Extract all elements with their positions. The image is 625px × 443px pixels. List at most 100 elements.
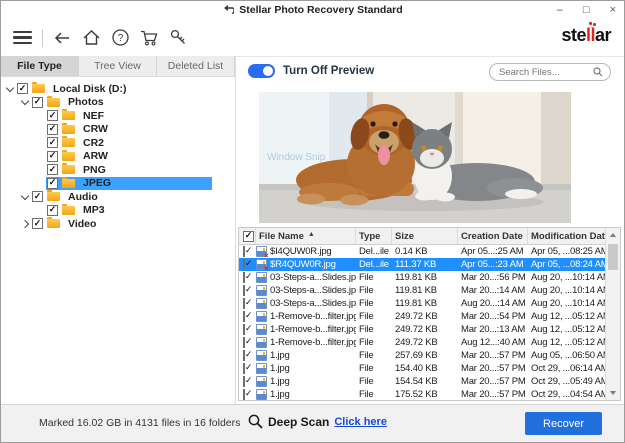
row-checkbox[interactable] (243, 259, 245, 270)
tree-item[interactable]: NEF (1, 109, 235, 123)
cart-icon[interactable] (138, 27, 160, 49)
tree-item[interactable]: MP3 (1, 204, 235, 218)
tree-chevron-icon[interactable] (34, 177, 46, 189)
tree-checkbox[interactable] (47, 151, 58, 162)
table-scrollbar[interactable] (605, 228, 620, 400)
col-size[interactable]: Size (392, 228, 458, 244)
scroll-up-icon[interactable] (606, 228, 620, 242)
scroll-down-icon[interactable] (606, 386, 620, 400)
tree-item[interactable]: Photos (1, 96, 235, 110)
tree-item-label: CRW (80, 123, 111, 135)
file-name-cell: 1-Remove-b...filter.jpg (270, 324, 356, 335)
tree-item[interactable]: PNG (1, 163, 235, 177)
tree-checkbox[interactable] (32, 191, 43, 202)
tree-item[interactable]: CRW (1, 123, 235, 137)
select-all-checkbox[interactable] (243, 231, 254, 242)
tab-file-type[interactable]: File Type (1, 56, 79, 76)
file-name-cell: $R4QUW0R.jpg (270, 259, 336, 270)
tree-chevron-icon[interactable] (34, 123, 46, 135)
preview-toggle[interactable] (248, 64, 275, 78)
search-icon[interactable] (593, 67, 603, 77)
row-checkbox[interactable] (243, 324, 245, 335)
table-row[interactable]: 1.jpg File 257.69 KB Mar 20...:57 PM Aug… (239, 349, 605, 362)
window-title: Stellar Photo Recovery Standard (239, 4, 402, 16)
tree-chevron-icon[interactable] (34, 204, 46, 216)
search-input[interactable] (497, 66, 589, 79)
image-file-icon (256, 259, 267, 270)
scroll-thumb[interactable] (608, 244, 618, 270)
recover-button[interactable]: Recover (525, 412, 602, 435)
back-icon[interactable] (51, 27, 73, 49)
tree-item[interactable]: ARW (1, 150, 235, 164)
col-creation-date[interactable]: Creation Date (458, 228, 528, 244)
creation-date-cell: Apr 05...:23 AM (458, 259, 528, 270)
tree-chevron-icon[interactable] (19, 191, 31, 203)
tree-checkbox[interactable] (47, 178, 58, 189)
tree-checkbox[interactable] (47, 124, 58, 135)
tree-checkbox[interactable] (47, 110, 58, 121)
table-row[interactable]: $R4QUW0R.jpg Del...ile 111.37 KB Apr 05.… (239, 258, 605, 271)
file-name-cell: 1.jpg (270, 350, 290, 361)
tree-item-label: PNG (80, 164, 109, 176)
row-checkbox[interactable] (243, 272, 245, 283)
file-name-cell: 03-Steps-a...Slides.jpg (270, 298, 356, 309)
table-row[interactable]: 1.jpg File 175.52 KB Mar 20...:57 PM Oct… (239, 388, 605, 400)
tree-chevron-icon[interactable] (19, 96, 31, 108)
search-box[interactable] (489, 63, 611, 81)
tree-chevron-icon[interactable] (34, 150, 46, 162)
tree-chevron-icon[interactable] (4, 83, 16, 95)
tree-chevron-icon[interactable] (19, 218, 31, 230)
table-row[interactable]: 03-Steps-a...Slides.jpg File 119.81 KB M… (239, 284, 605, 297)
row-checkbox[interactable] (243, 298, 245, 309)
row-checkbox[interactable] (243, 337, 245, 348)
tree-item[interactable]: Local Disk (D:) (1, 82, 235, 96)
modification-date-cell: Oct 29, ...05:49 AM (528, 376, 605, 387)
tree-item[interactable]: Video (1, 217, 235, 231)
tree-chevron-icon[interactable] (34, 110, 46, 122)
tree-checkbox[interactable] (47, 137, 58, 148)
home-icon[interactable] (80, 27, 102, 49)
close-button[interactable]: × (610, 1, 616, 19)
row-checkbox[interactable] (243, 376, 245, 387)
tree-checkbox[interactable] (17, 83, 28, 94)
row-checkbox[interactable] (243, 363, 245, 374)
col-file-name[interactable]: File Name▲ (256, 228, 356, 244)
tree-checkbox[interactable] (47, 164, 58, 175)
table-row[interactable]: 1-Remove-b...filter.jpg File 249.72 KB M… (239, 323, 605, 336)
select-all-cell[interactable] (239, 228, 256, 244)
deep-scan-link[interactable]: Click here (334, 416, 387, 428)
tree-checkbox[interactable] (47, 205, 58, 216)
tree-item[interactable]: CR2 (1, 136, 235, 150)
tab-tree-view[interactable]: Tree View (79, 56, 157, 76)
tree-item[interactable]: JPEG (1, 177, 235, 191)
type-cell: File (356, 285, 392, 296)
tree-chevron-icon[interactable] (34, 137, 46, 149)
row-checkbox[interactable] (243, 350, 245, 361)
file-name-cell: 03-Steps-a...Slides.jpg (270, 285, 356, 296)
table-row[interactable]: 1.jpg File 154.40 KB Mar 20...:57 PM Oct… (239, 362, 605, 375)
table-row[interactable]: 1-Remove-b...filter.jpg File 249.72 KB M… (239, 310, 605, 323)
tree-chevron-icon[interactable] (34, 164, 46, 176)
row-checkbox[interactable] (243, 246, 245, 257)
creation-date-cell: Mar 20...:54 PM (458, 311, 528, 322)
tree-checkbox[interactable] (32, 218, 43, 229)
folder-icon (62, 138, 75, 147)
menu-icon[interactable] (11, 27, 33, 49)
table-row[interactable]: 1-Remove-b...filter.jpg File 249.72 KB A… (239, 336, 605, 349)
row-checkbox[interactable] (243, 389, 245, 400)
row-checkbox[interactable] (243, 311, 245, 322)
col-type[interactable]: Type (356, 228, 392, 244)
minimize-button[interactable]: – (557, 1, 563, 19)
help-icon[interactable]: ? (109, 27, 131, 49)
table-row[interactable]: 03-Steps-a...Slides.jpg File 119.81 KB M… (239, 271, 605, 284)
tab-deleted-list[interactable]: Deleted List (157, 56, 235, 76)
tree-checkbox[interactable] (32, 97, 43, 108)
row-checkbox[interactable] (243, 285, 245, 296)
table-row[interactable]: 1.jpg File 154.54 KB Mar 20...:57 PM Oct… (239, 375, 605, 388)
key-icon[interactable] (167, 27, 189, 49)
maximize-button[interactable]: □ (583, 1, 590, 19)
tree-item[interactable]: Audio (1, 190, 235, 204)
table-row[interactable]: $I4QUW0R.jpg Del...ile 0.14 KB Apr 05...… (239, 245, 605, 258)
table-row[interactable]: 03-Steps-a...Slides.jpg File 119.81 KB A… (239, 297, 605, 310)
col-modification-date[interactable]: Modification Date (528, 228, 605, 244)
